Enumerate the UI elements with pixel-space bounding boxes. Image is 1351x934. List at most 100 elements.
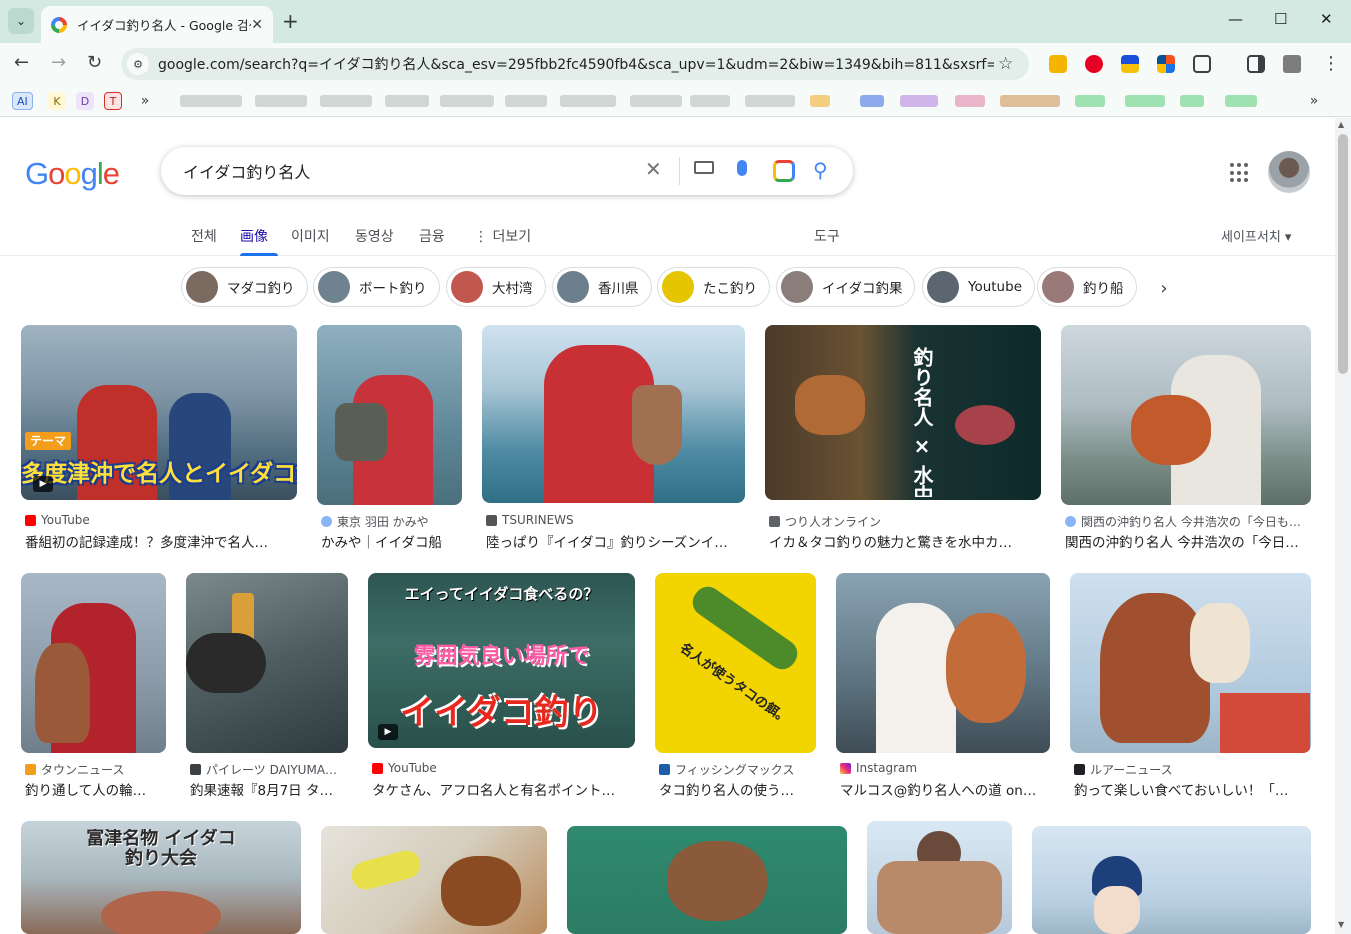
bookmark-item[interactable] <box>440 95 494 107</box>
result-image[interactable] <box>186 573 348 753</box>
bookmark-item[interactable] <box>255 95 307 107</box>
bookmark-item[interactable] <box>860 95 884 107</box>
image-result[interactable]: 釣り名人 × 水中カメラマン つり人オンライン イカ＆タコ釣りの魅力と驚きを水中… <box>765 325 1041 551</box>
bookmark-item[interactable] <box>320 95 372 107</box>
image-result[interactable]: 東京 羽田 かみや かみや｜イイダコ船 <box>317 325 462 551</box>
back-button[interactable]: ← <box>14 52 29 73</box>
chip-kagawa[interactable]: 香川県 <box>552 267 652 307</box>
reload-button[interactable]: ↻ <box>87 52 102 73</box>
image-result[interactable]: タウンニュース 釣り通して人の輪… <box>21 573 166 799</box>
image-result[interactable]: エイってイイダコ食べるの？ 雰囲気良い場所で イイダコ釣り ▶ YouTube … <box>368 573 635 799</box>
bookmark-item[interactable] <box>1125 95 1165 107</box>
bookmark-ai[interactable]: AI <box>12 92 33 110</box>
lens-icon[interactable] <box>773 160 795 182</box>
chip-madako[interactable]: マダコ釣り <box>181 267 308 307</box>
chrome-menu-icon[interactable]: ⋮ <box>1322 53 1340 74</box>
scrollbar-thumb[interactable] <box>1338 134 1348 374</box>
bookmark-item[interactable] <box>955 95 985 107</box>
tab-images[interactable]: 画像 <box>240 226 268 246</box>
search-input[interactable]: イイダコ釣り名人 <box>183 159 633 183</box>
result-source[interactable]: つり人オンライン <box>769 513 1045 530</box>
chip-fishing-boat[interactable]: 釣り船 <box>1037 267 1137 307</box>
bookmark-star-icon[interactable]: ☆ <box>998 54 1013 74</box>
site-info-icon[interactable]: ⚙ <box>127 53 149 75</box>
result-title[interactable]: タケさん、アフロ名人と有名ポイント… <box>372 779 634 799</box>
result-source[interactable]: タウンニュース <box>25 761 170 778</box>
color-extension-icon[interactable] <box>1157 55 1175 73</box>
download-extension-icon[interactable] <box>1121 55 1139 73</box>
result-source[interactable]: 関西の沖釣り名人 今井浩次の「今日も… <box>1065 513 1315 530</box>
image-result[interactable] <box>567 826 847 934</box>
chip-youtube[interactable]: Youtube <box>922 267 1035 307</box>
tab-more[interactable]: ⋮ 더보기 <box>474 226 531 246</box>
bookmark-item[interactable] <box>1000 95 1060 107</box>
account-avatar[interactable] <box>1268 151 1310 193</box>
clear-icon[interactable]: ✕ <box>645 157 662 181</box>
image-result[interactable]: 名人が使うタコの餌。 フィッシングマックス タコ釣り名人の使う… <box>655 573 816 799</box>
new-tab-button[interactable]: + <box>282 9 299 33</box>
extensions-puzzle-icon[interactable] <box>1193 55 1211 73</box>
result-image[interactable]: エイってイイダコ食べるの？ 雰囲気良い場所で イイダコ釣り ▶ <box>368 573 635 748</box>
image-result[interactable]: 関西の沖釣り名人 今井浩次の「今日も… 関西の沖釣り名人 今井浩次の「今日… <box>1061 325 1311 551</box>
bookmark-item[interactable] <box>1075 95 1105 107</box>
image-result[interactable]: テーマ 多度津沖で名人とイイダコ釣り! ▶ YouTube 番組初の記録達成！？… <box>21 325 297 551</box>
bookmark-item[interactable] <box>1225 95 1257 107</box>
result-image[interactable] <box>482 325 745 503</box>
result-source[interactable]: YouTube <box>372 761 639 775</box>
image-result[interactable]: Instagram マルコス@釣り名人への道 on… <box>836 573 1050 799</box>
bookmark-item[interactable] <box>745 95 795 107</box>
result-image[interactable]: テーマ 多度津沖で名人とイイダコ釣り! ▶ <box>21 325 297 500</box>
bookmark-item[interactable] <box>900 95 938 107</box>
bookmark-item[interactable] <box>180 95 242 107</box>
tab-search-button[interactable]: ⌄ <box>8 8 34 34</box>
address-bar[interactable]: ⚙ google.com/search?q=イイダコ釣り名人&sca_esv=2… <box>121 48 1029 80</box>
result-title[interactable]: タコ釣り名人の使う… <box>659 779 817 799</box>
chips-next-icon[interactable]: › <box>1149 274 1179 302</box>
result-source[interactable]: 東京 羽田 かみや <box>321 513 466 530</box>
image-result[interactable] <box>321 826 547 934</box>
result-title[interactable]: 釣って楽しい食べておいしい！「… <box>1074 779 1312 799</box>
url-text[interactable]: google.com/search?q=イイダコ釣り名人&sca_esv=295… <box>158 54 994 74</box>
page-scrollbar[interactable]: ▲ ▼ <box>1335 118 1351 934</box>
result-image[interactable] <box>867 821 1012 934</box>
result-image[interactable] <box>1032 826 1311 934</box>
image-result[interactable]: TSURINEWS 陸っぱり『イイダコ』釣りシーズンイ… <box>482 325 745 551</box>
result-title[interactable]: 釣果速報『8月7日 タ… <box>190 779 348 799</box>
google-logo[interactable]: Google <box>25 156 120 192</box>
result-image[interactable] <box>1061 325 1311 505</box>
bookmark-item[interactable] <box>385 95 429 107</box>
image-result[interactable]: パイレーツ DAIYUMA… 釣果速報『8月7日 タ… <box>186 573 348 799</box>
result-title[interactable]: 陸っぱり『イイダコ』釣りシーズンイ… <box>486 531 749 551</box>
image-result[interactable] <box>867 821 1012 934</box>
microphone-icon[interactable] <box>737 160 747 176</box>
tab-all[interactable]: 전체 <box>191 226 217 246</box>
chip-takotsuri[interactable]: たこ釣り <box>657 267 770 307</box>
search-box[interactable]: イイダコ釣り名人 ✕ ⚲ <box>161 147 853 195</box>
extension-keep-icon[interactable] <box>1049 55 1067 73</box>
active-tab[interactable]: イイダコ釣り名人 - Google 검색 ✕ <box>41 6 273 43</box>
result-image[interactable] <box>317 325 462 505</box>
scroll-down-icon[interactable]: ▼ <box>1338 920 1344 929</box>
tab-videos[interactable]: 동영상 <box>355 226 394 246</box>
bookmark-item[interactable] <box>630 95 682 107</box>
minimize-button[interactable]: — <box>1228 10 1243 28</box>
result-image[interactable] <box>321 826 547 934</box>
scroll-up-icon[interactable]: ▲ <box>1338 120 1344 129</box>
image-result[interactable]: ルアーニュース 釣って楽しい食べておいしい！「… <box>1070 573 1311 799</box>
result-image[interactable]: 富津名物 イイダコ釣り大会 <box>21 821 301 934</box>
forward-button[interactable]: → <box>51 52 66 73</box>
result-image[interactable] <box>21 573 166 753</box>
result-image[interactable] <box>1070 573 1311 753</box>
bookmark-item[interactable] <box>505 95 547 107</box>
bookmark-item[interactable] <box>560 95 616 107</box>
bookmark-k[interactable]: K <box>48 92 66 110</box>
result-image[interactable] <box>836 573 1050 753</box>
maximize-button[interactable]: ☐ <box>1274 10 1287 28</box>
safesearch-button[interactable]: 세이프서치 ▾ <box>1221 226 1291 245</box>
profile-avatar-icon[interactable] <box>1283 55 1301 73</box>
result-title[interactable]: マルコス@釣り名人への道 on… <box>840 779 1050 799</box>
result-source[interactable]: Instagram <box>840 761 1054 775</box>
keyboard-icon[interactable] <box>694 161 714 174</box>
bookmark-item[interactable] <box>810 95 830 107</box>
bookmarks-overflow-left[interactable]: » <box>136 92 154 110</box>
